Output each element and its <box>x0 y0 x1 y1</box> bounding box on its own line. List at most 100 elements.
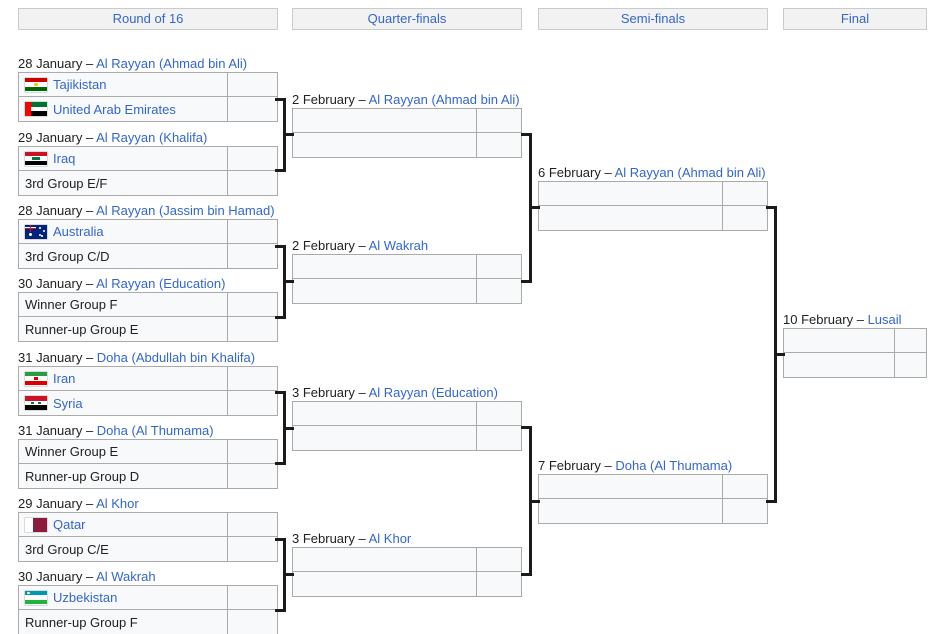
connector-r16-to-qf-1-outlet <box>283 133 294 136</box>
table-row: Qatar <box>18 512 278 537</box>
r16-match-2-team-2-name: 3rd Group E/F <box>25 175 108 191</box>
r16-match-2-date: 29 January <box>18 130 83 145</box>
qf-match-2-date: 2 February <box>292 238 355 253</box>
sf-match-1-venue-link[interactable]: Al Rayyan (Ahmad bin Ali) <box>615 165 766 180</box>
flag-australia-icon <box>25 224 47 239</box>
r16-match-3-team-1-name[interactable]: Australia <box>53 220 104 243</box>
r16-match-3-label: 28 January – Al Rayyan (Jassim bin Hamad… <box>18 202 275 219</box>
r16-match-1-venue-link[interactable]: Al Rayyan (Ahmad bin Ali) <box>96 56 247 71</box>
r16-match-7-table: Qatar 3rd Group C/E <box>18 512 278 562</box>
r16-match-5-team-2-cell: Syria <box>18 391 228 416</box>
final-match-dash: – <box>853 312 868 327</box>
r16-match-7-team-2-score <box>228 537 278 562</box>
r16-match-5-team-2-name[interactable]: Syria <box>53 392 83 415</box>
r16-match-6-team-2-cell: Runner-up Group D <box>18 464 228 489</box>
connector-r16-to-qf-2-outlet <box>283 280 294 283</box>
r16-match-2-team-1-cell: Iraq <box>18 146 228 171</box>
final-match-team-2-score <box>895 353 927 378</box>
final-match-team-1-score <box>895 328 927 353</box>
r16-match-1-team-1-score <box>228 72 278 97</box>
r16-match-3-team-2-score <box>228 244 278 269</box>
r16-match-7-venue-link[interactable]: Al Khor <box>96 496 139 511</box>
r16-match-5-label: 31 January – Doha (Abdullah bin Khalifa) <box>18 349 255 366</box>
flag-iran-icon <box>25 371 47 386</box>
sf-match-2-team-2-score <box>723 499 768 524</box>
sf-match-2-label: 7 February – Doha (Al Thumama) <box>538 457 732 474</box>
r16-match-4-team-2-score <box>228 317 278 342</box>
table-row: Runner-up Group D <box>18 464 278 489</box>
flag-uzbekistan-icon <box>25 590 47 605</box>
r16-match-8-date: 30 January <box>18 569 83 584</box>
r16-match-2-label: 29 January – Al Rayyan (Khalifa) <box>18 129 207 146</box>
r16-match-5-team-1-name[interactable]: Iran <box>53 367 75 390</box>
sf-match-1-dash: – <box>600 165 615 180</box>
qf-match-3-table <box>292 401 522 451</box>
r16-match-8-label: 30 January – Al Wakrah <box>18 568 156 585</box>
sf-match-1-team-1-score <box>723 181 768 206</box>
r16-match-8-team-1-name[interactable]: Uzbekistan <box>53 586 117 609</box>
r16-match-7-team-1-score <box>228 512 278 537</box>
connector-r16-to-qf-3-arm-bottom <box>275 462 286 465</box>
sf-match-2-venue-link[interactable]: Doha (Al Thumama) <box>615 458 732 473</box>
qf-match-4-venue-link[interactable]: Al Khor <box>369 531 412 546</box>
sf-match-2-team-2-cell <box>538 499 723 524</box>
qf-match-3-label: 3 February – Al Rayyan (Education) <box>292 384 498 401</box>
qf-match-4-dash: – <box>354 531 369 546</box>
table-row: Runner-up Group F <box>18 610 278 634</box>
qf-match-3-team-2-score <box>477 426 522 451</box>
final-match-venue-link[interactable]: Lusail <box>868 312 902 327</box>
r16-match-7-date: 29 January <box>18 496 83 511</box>
r16-match-6-label: 31 January – Doha (Al Thumama) <box>18 422 214 439</box>
round-header-round-of-16[interactable]: Round of 16 <box>18 8 278 30</box>
table-row <box>292 572 522 597</box>
r16-match-4-date: 30 January <box>18 276 83 291</box>
round-header-semi-finals[interactable]: Semi-finals <box>538 8 768 30</box>
connector-r16-to-qf-2-arm-top <box>275 245 286 248</box>
qf-match-1-venue-link[interactable]: Al Rayyan (Ahmad bin Ali) <box>369 92 520 107</box>
r16-match-4-venue-link[interactable]: Al Rayyan (Education) <box>96 276 225 291</box>
table-row <box>292 401 522 426</box>
connector-qf-to-sf-2-arm-bottom <box>521 573 532 576</box>
r16-match-8-venue-link[interactable]: Al Wakrah <box>96 569 155 584</box>
flag-iraq-icon <box>25 151 47 166</box>
r16-match-6-team-2-name: Runner-up Group D <box>25 468 140 484</box>
sf-match-1-date: 6 February <box>538 165 601 180</box>
r16-match-3-venue-link[interactable]: Al Rayyan (Jassim bin Hamad) <box>96 203 274 218</box>
r16-match-7-dash: – <box>82 496 97 511</box>
connector-r16-to-qf-4-outlet <box>283 573 294 576</box>
r16-match-5-venue-link[interactable]: Doha (Abdullah bin Khalifa) <box>97 350 255 365</box>
qf-match-2-venue-link[interactable]: Al Wakrah <box>369 238 428 253</box>
r16-match-1-team-2-cell: United Arab Emirates <box>18 97 228 122</box>
sf-match-1-team-1-cell <box>538 181 723 206</box>
final-match-table <box>783 328 927 378</box>
flag-qatar-icon <box>25 517 47 532</box>
round-header-quarter-finals[interactable]: Quarter-finals <box>292 8 522 30</box>
r16-match-1-team-2-name[interactable]: United Arab Emirates <box>53 98 176 121</box>
r16-match-4-dash: – <box>82 276 97 291</box>
r16-match-2-dash: – <box>82 130 97 145</box>
r16-match-6-venue-link[interactable]: Doha (Al Thumama) <box>97 423 214 438</box>
r16-match-5-team-1-cell: Iran <box>18 366 228 391</box>
round-header-final[interactable]: Final <box>783 8 927 30</box>
qf-match-4-date: 3 February <box>292 531 355 546</box>
qf-match-3-team-1-score <box>477 401 522 426</box>
connector-r16-to-qf-3-outlet <box>283 427 294 430</box>
qf-match-4-team-2-score <box>477 572 522 597</box>
qf-match-1-team-1-score <box>477 108 522 133</box>
final-match-team-1-cell <box>783 328 895 353</box>
r16-match-7-team-1-name[interactable]: Qatar <box>53 513 86 536</box>
r16-match-1-team-1-name[interactable]: Tajikistan <box>53 73 106 96</box>
qf-match-1-dash: – <box>354 92 369 107</box>
r16-match-2-venue-link[interactable]: Al Rayyan (Khalifa) <box>96 130 207 145</box>
qf-match-3-dash: – <box>354 385 369 400</box>
qf-match-2-team-2-cell <box>292 279 477 304</box>
table-row: 3rd Group C/D <box>18 244 278 269</box>
qf-match-3-venue-link[interactable]: Al Rayyan (Education) <box>369 385 498 400</box>
table-row: Australia <box>18 219 278 244</box>
r16-match-6-dash: – <box>82 423 97 438</box>
r16-match-1-dash: – <box>82 56 97 71</box>
table-row: 3rd Group E/F <box>18 171 278 196</box>
r16-match-2-team-1-name[interactable]: Iraq <box>53 147 75 170</box>
table-row <box>292 133 522 158</box>
table-row <box>538 474 768 499</box>
